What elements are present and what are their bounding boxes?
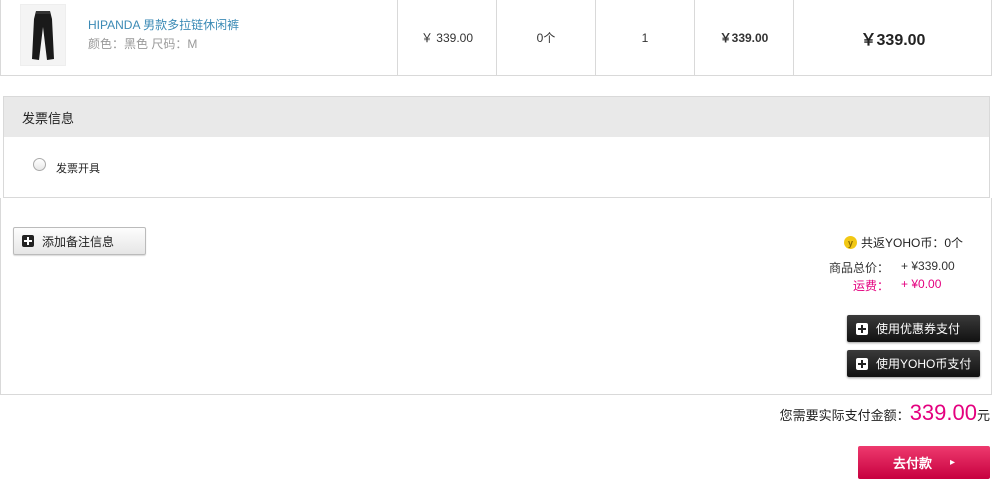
quantity-value: 1	[641, 30, 649, 45]
plus-icon	[856, 322, 868, 335]
total-cell: ￥339.00	[793, 0, 992, 75]
product-thumbnail[interactable]	[20, 4, 66, 66]
order-item-row: HIPANDA 男款多拉链休闲裤 颜色：黑色 尺码：M ￥ 339.00 0个 …	[0, 0, 992, 76]
invoice-option-label[interactable]: 发票开具	[56, 160, 100, 176]
order-summary-section: 添加备注信息 y 共返YOHO币：0个 商品总价： + ¥339.00 运费： …	[0, 198, 992, 395]
amount-label: 您需要实际支付金额：	[779, 408, 910, 423]
unit-price: ￥ 339.00	[420, 31, 474, 45]
add-note-button[interactable]: 添加备注信息	[13, 227, 146, 255]
goods-total-label: 商品总价：	[828, 261, 889, 275]
use-coin-button[interactable]: 使用YOHO币支付	[847, 350, 980, 377]
amount-unit: 元	[976, 408, 990, 423]
coins-value: 0个	[536, 31, 556, 45]
coin-return-row: y 共返YOHO币：0个	[843, 234, 963, 251]
quantity-cell: 1	[595, 0, 694, 75]
pay-button-label: 去付款	[892, 456, 932, 471]
coins-cell: 0个	[496, 0, 595, 75]
yoho-coin-icon: y	[843, 236, 857, 249]
use-coupon-button[interactable]: 使用优惠券支付	[847, 315, 980, 342]
invoice-header: 发票信息	[4, 97, 989, 137]
invoice-radio[interactable]	[33, 158, 46, 171]
amount-value: 339.00	[909, 400, 977, 425]
payment-total: 您需要实际支付金额： 339.00 元	[780, 400, 990, 426]
plus-icon	[856, 357, 868, 370]
pants-icon	[32, 11, 54, 60]
item-total-value: ￥339.00	[860, 31, 926, 49]
chevron-right-icon: ▸	[949, 457, 956, 468]
use-coin-label: 使用YOHO币支付	[876, 357, 972, 371]
add-note-label: 添加备注信息	[42, 234, 115, 249]
goods-total-value: + ¥339.00	[901, 259, 955, 273]
subtotal-value: ￥339.00	[719, 31, 769, 45]
pay-button[interactable]: 去付款 ▸	[858, 446, 990, 479]
coin-return-text: 共返YOHO币：0个	[860, 236, 963, 250]
invoice-title: 发票信息	[22, 110, 75, 126]
shipping-label: 运费：	[852, 279, 889, 293]
use-coupon-label: 使用优惠券支付	[876, 322, 961, 336]
subtotal-cell: ￥339.00	[694, 0, 793, 75]
plus-icon	[22, 235, 34, 247]
shipping-value: + ¥0.00	[901, 277, 942, 291]
unit-price-cell: ￥ 339.00	[397, 0, 496, 75]
invoice-section: 发票信息 发票开具	[3, 96, 990, 198]
product-attributes: 颜色：黑色 尺码：M	[88, 37, 198, 51]
product-name-link[interactable]: HIPANDA 男款多拉链休闲裤	[88, 16, 239, 33]
